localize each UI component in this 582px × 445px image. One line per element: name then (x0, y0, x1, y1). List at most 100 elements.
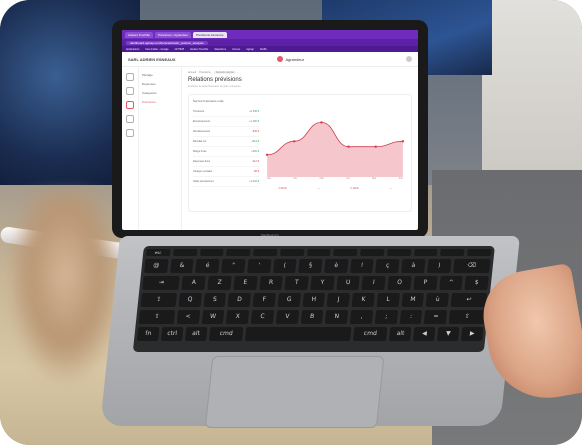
wallet-icon[interactable] (126, 87, 134, 95)
key[interactable]: S (203, 293, 227, 307)
key[interactable]: ' (246, 259, 272, 273)
key[interactable] (440, 249, 465, 256)
key[interactable] (360, 249, 385, 256)
key[interactable] (333, 249, 358, 256)
brand-logo[interactable]: Agrandeur (277, 56, 304, 62)
key[interactable]: $ (464, 276, 489, 290)
key[interactable]: Z (207, 276, 232, 290)
trackpad[interactable] (204, 356, 385, 428)
key[interactable]: ◀ (413, 327, 436, 341)
key[interactable]: W (201, 310, 225, 324)
key[interactable]: M (401, 293, 425, 307)
key[interactable]: F (252, 293, 276, 307)
key[interactable]: T (284, 276, 309, 290)
key[interactable]: à (401, 259, 426, 273)
key[interactable]: O (387, 276, 412, 290)
key[interactable] (252, 249, 278, 256)
side-menu-item[interactable]: Catégories (142, 91, 178, 95)
breadcrumb-item-active[interactable]: Scénario Janvier (213, 71, 237, 74)
key[interactable]: I (361, 276, 386, 290)
key[interactable]: Y (310, 276, 335, 290)
breadcrumb-item[interactable]: Prévisions (199, 71, 211, 74)
breadcrumb-item[interactable]: Accueil (188, 71, 196, 74)
key[interactable]: ⌫ (452, 259, 491, 273)
key[interactable]: ⇧ (138, 310, 176, 324)
key[interactable]: ▼ (437, 327, 460, 341)
bookmark[interactable]: Ateliers Touchfie (190, 48, 208, 51)
browser-tab[interactable]: Ateliers Touchfie (125, 31, 153, 38)
key[interactable]: X (226, 310, 250, 324)
key[interactable]: : (399, 310, 423, 324)
spacebar[interactable] (245, 327, 352, 341)
key[interactable]: ⇪ (140, 293, 177, 307)
key[interactable]: ↩ (450, 293, 488, 307)
key[interactable]: K (351, 293, 375, 307)
bookmark[interactable]: Salesforce (214, 48, 226, 51)
key[interactable]: & (169, 259, 195, 273)
key[interactable]: D (227, 293, 252, 307)
key[interactable]: cmd (208, 327, 244, 341)
key[interactable]: § (298, 259, 323, 273)
key[interactable]: A (181, 276, 206, 290)
key[interactable]: ^ (438, 276, 464, 290)
side-menu-item-active[interactable]: Prévisions (142, 100, 178, 104)
bookmark[interactable]: GITHUB (175, 48, 184, 51)
key[interactable]: R (258, 276, 284, 290)
key[interactable] (279, 249, 305, 256)
key[interactable]: " (221, 259, 246, 273)
key[interactable]: fn (136, 327, 160, 341)
bookmark[interactable]: Agicap (246, 48, 254, 51)
key[interactable]: ! (349, 259, 375, 273)
key[interactable]: ç (375, 259, 400, 273)
key[interactable]: , (349, 310, 374, 324)
key[interactable] (306, 249, 331, 256)
key[interactable]: ctrl (160, 327, 184, 341)
key[interactable] (199, 249, 224, 256)
key[interactable] (386, 249, 412, 256)
home-icon[interactable] (126, 73, 134, 81)
bookmark[interactable]: Netflix (260, 48, 267, 51)
side-menu-item[interactable]: Pilotage (142, 73, 178, 77)
key[interactable]: ( (272, 259, 297, 273)
settings-icon[interactable] (126, 129, 134, 137)
key[interactable] (467, 249, 492, 256)
key[interactable]: B (300, 310, 324, 324)
key[interactable]: ù (425, 293, 450, 307)
key[interactable] (172, 249, 198, 256)
key[interactable]: cmd (352, 327, 388, 341)
key[interactable]: @ (144, 259, 169, 273)
key[interactable]: é (195, 259, 220, 273)
key[interactable]: alt (389, 327, 412, 341)
document-icon[interactable] (126, 115, 134, 123)
key[interactable]: < (176, 310, 200, 324)
key[interactable]: N (325, 310, 349, 324)
key[interactable]: ⇥ (142, 276, 181, 290)
side-menu-item[interactable]: Dépenses (142, 82, 178, 86)
key[interactable]: alt (184, 327, 208, 341)
key[interactable]: Q (178, 293, 202, 307)
bookmark[interactable]: Applications (126, 48, 139, 51)
key[interactable] (413, 249, 439, 256)
key[interactable]: ▶ (461, 327, 484, 341)
key[interactable]: ) (427, 259, 452, 273)
key[interactable]: L (376, 293, 400, 307)
chart-icon[interactable] (126, 101, 134, 109)
key[interactable]: esc (145, 249, 171, 256)
key[interactable]: ⇧ (448, 310, 486, 324)
key[interactable]: = (424, 310, 448, 324)
key[interactable]: J (326, 293, 351, 307)
key[interactable]: P (413, 276, 438, 290)
key[interactable]: H (302, 293, 326, 307)
key[interactable]: ; (374, 310, 398, 324)
key[interactable]: E (233, 276, 258, 290)
bookmark[interactable]: Access (232, 48, 240, 51)
browser-tab[interactable]: Prévisions / Agrandeur (154, 31, 192, 38)
browser-tab-active[interactable]: Prévisions trésorerie (193, 31, 227, 38)
bookmark[interactable]: New Folder - Google (145, 48, 168, 51)
key[interactable]: C (250, 310, 275, 324)
url-field[interactable]: dashboard.agicap.com/forecast/cash_posit… (126, 40, 208, 45)
key[interactable]: G (277, 293, 301, 307)
key[interactable] (226, 249, 251, 256)
user-avatar-icon[interactable] (406, 56, 412, 62)
key[interactable]: U (335, 276, 361, 290)
